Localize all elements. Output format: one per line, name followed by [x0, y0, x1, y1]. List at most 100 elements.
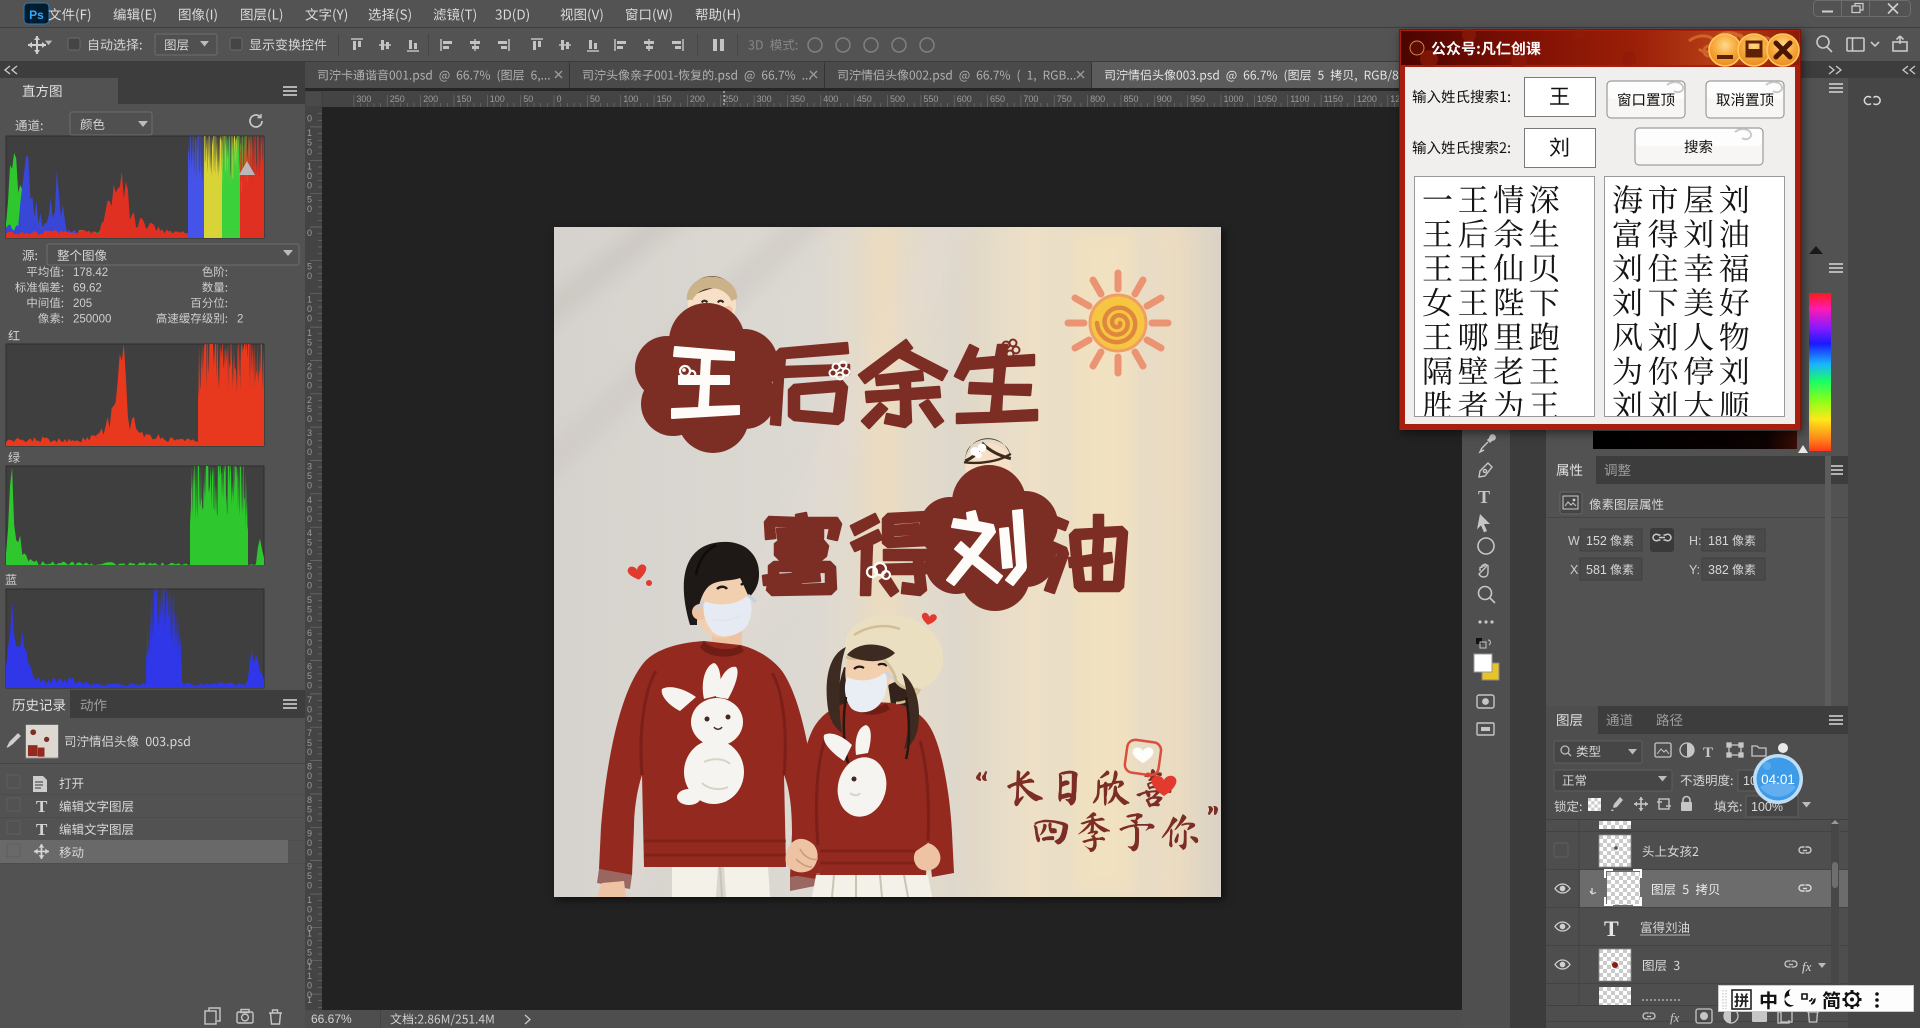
svg-text:1: 1	[307, 895, 312, 905]
svg-text:04:01: 04:01	[1761, 772, 1795, 787]
svg-text:400: 400	[823, 94, 838, 104]
svg-text:0: 0	[307, 981, 312, 991]
svg-text:0: 0	[307, 147, 312, 157]
svg-text:H:: H:	[1689, 534, 1702, 548]
svg-text:382: 382	[1708, 563, 1729, 577]
svg-text:600: 600	[957, 94, 972, 104]
svg-text:T: T	[1604, 916, 1619, 941]
svg-text:0: 0	[307, 747, 312, 757]
svg-text:550: 550	[923, 94, 938, 104]
svg-text:0: 0	[307, 380, 312, 390]
svg-text:0: 0	[307, 304, 312, 314]
svg-text:0: 0	[307, 447, 312, 457]
svg-text:0: 0	[307, 180, 312, 190]
svg-text:0: 0	[307, 204, 312, 214]
svg-text:6: 6	[307, 628, 312, 638]
svg-text:0: 0	[307, 614, 312, 624]
svg-text:150: 150	[657, 94, 672, 104]
svg-text:100: 100	[623, 94, 638, 104]
svg-text:T: T	[1478, 487, 1490, 507]
svg-text:0: 0	[307, 847, 312, 857]
svg-text:100: 100	[490, 94, 505, 104]
svg-text:152: 152	[1586, 534, 1607, 548]
svg-text:fx: fx	[1802, 959, 1812, 974]
svg-text:0: 0	[307, 638, 312, 648]
svg-text:2: 2	[237, 314, 243, 326]
svg-text:5: 5	[307, 805, 312, 815]
svg-text:0: 0	[307, 647, 312, 657]
svg-text:581: 581	[1586, 563, 1607, 577]
svg-text:5: 5	[307, 137, 312, 147]
svg-text:0: 0	[307, 171, 312, 181]
svg-text:1: 1	[307, 295, 312, 305]
svg-text:250: 250	[390, 94, 405, 104]
svg-text:1: 1	[307, 128, 312, 138]
svg-text:5: 5	[307, 471, 312, 481]
svg-text:50: 50	[523, 94, 533, 104]
svg-text:5: 5	[307, 671, 312, 681]
svg-text:9: 9	[307, 828, 312, 838]
svg-text:Y:: Y:	[1689, 563, 1700, 577]
svg-text:5: 5	[307, 604, 312, 614]
svg-text:7: 7	[307, 728, 312, 738]
svg-text:178.42: 178.42	[73, 267, 108, 279]
svg-text:66.67%: 66.67%	[311, 1012, 352, 1026]
svg-text:T: T	[1703, 745, 1713, 761]
svg-text:9: 9	[307, 862, 312, 872]
svg-text:450: 450	[857, 94, 872, 104]
svg-text:T: T	[36, 797, 48, 816]
svg-text:0: 0	[307, 414, 312, 424]
svg-text:69.62: 69.62	[73, 283, 102, 295]
svg-text:1150: 1150	[1324, 94, 1343, 104]
svg-text:150: 150	[456, 94, 471, 104]
svg-text:1050: 1050	[1257, 94, 1277, 104]
svg-text:5: 5	[307, 562, 312, 572]
svg-text:0: 0	[307, 781, 312, 791]
svg-text:4: 4	[307, 495, 312, 505]
svg-text:0: 0	[307, 771, 312, 781]
svg-text:5: 5	[307, 871, 312, 881]
svg-text:1: 1	[307, 971, 312, 981]
svg-text:0: 0	[307, 914, 312, 924]
svg-text:5: 5	[307, 261, 312, 271]
svg-text:Ps: Ps	[29, 8, 44, 22]
svg-text:1: 1	[307, 328, 312, 338]
svg-text:0: 0	[307, 838, 312, 848]
svg-text:1200: 1200	[1357, 94, 1377, 104]
svg-text:0: 0	[307, 314, 312, 324]
svg-text:fx: fx	[1670, 1010, 1680, 1025]
svg-text:0: 0	[307, 114, 312, 124]
svg-text:0: 0	[307, 371, 312, 381]
svg-text:250000: 250000	[73, 314, 111, 326]
svg-text:950: 950	[1190, 94, 1205, 104]
svg-text:0: 0	[557, 94, 562, 104]
svg-text:650: 650	[990, 94, 1005, 104]
svg-text:0: 0	[307, 704, 312, 714]
svg-text:250: 250	[723, 94, 738, 104]
svg-text:1100: 1100	[1290, 94, 1309, 104]
svg-text:0: 0	[307, 571, 312, 581]
svg-text:8: 8	[307, 795, 312, 805]
svg-text:0: 0	[307, 514, 312, 524]
svg-text:0: 0	[307, 438, 312, 448]
svg-text:0: 0	[307, 714, 312, 724]
svg-text:5: 5	[307, 404, 312, 414]
svg-text:5: 5	[307, 195, 312, 205]
svg-text:5: 5	[307, 947, 312, 957]
svg-text:0: 0	[307, 581, 312, 591]
svg-text:0: 0	[307, 228, 312, 238]
svg-text:0: 0	[307, 938, 312, 948]
svg-text:300: 300	[356, 94, 371, 104]
svg-text:6: 6	[307, 662, 312, 672]
svg-text:5: 5	[307, 595, 312, 605]
svg-text:0: 0	[307, 347, 312, 357]
svg-text:750: 750	[1057, 94, 1072, 104]
svg-text:300: 300	[757, 94, 772, 104]
svg-text:5: 5	[307, 338, 312, 348]
svg-text:200: 200	[690, 94, 705, 104]
svg-text:850: 850	[1124, 94, 1139, 104]
svg-text:0: 0	[307, 504, 312, 514]
svg-text:0: 0	[307, 881, 312, 891]
svg-text:1: 1	[307, 995, 312, 1005]
svg-text:0: 0	[307, 814, 312, 824]
